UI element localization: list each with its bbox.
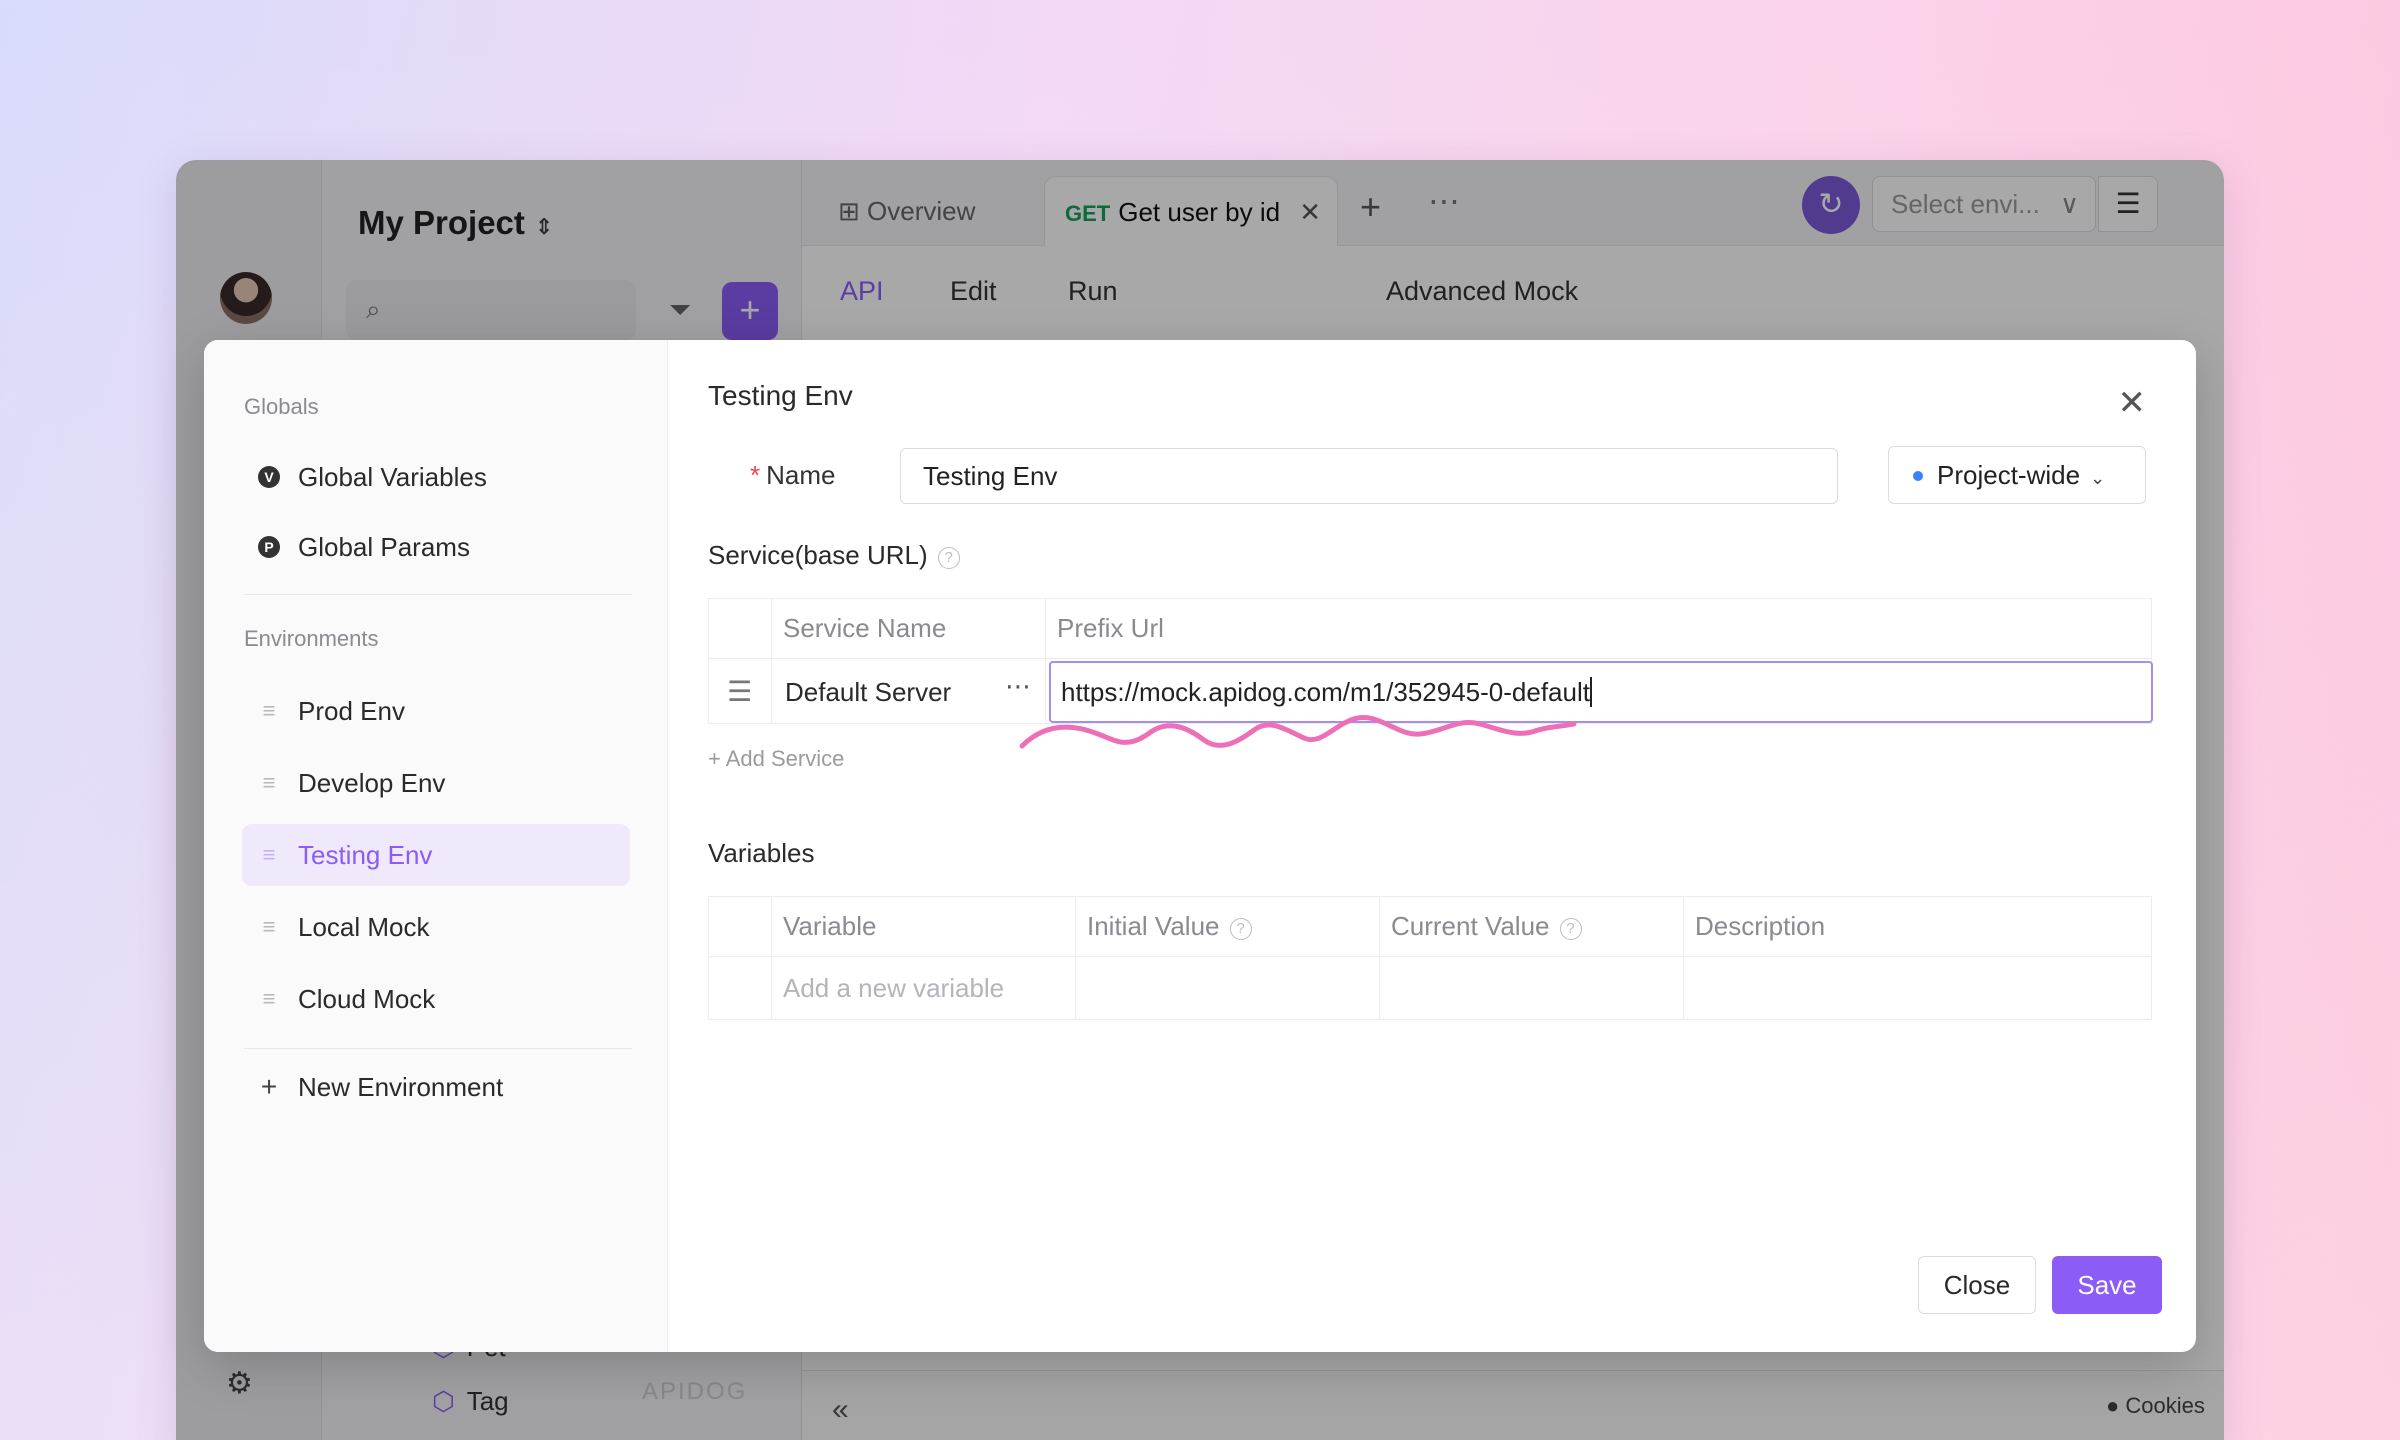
sidebar-item-label: Testing Env (298, 840, 433, 870)
close-button[interactable]: Close (1918, 1256, 2036, 1314)
service-name-cell[interactable]: Default Server (785, 677, 951, 708)
new-environment-label: New Environment (298, 1072, 504, 1102)
close-icon[interactable]: ✕ (2118, 386, 2147, 420)
name-label: * Name (750, 460, 835, 491)
handwritten-underline-annotation (1019, 715, 1577, 749)
required-asterisk: * (750, 460, 761, 490)
divider (244, 1048, 632, 1049)
sidebar-item-prod-env[interactable]: ≡ Prod Env (242, 680, 630, 742)
modal-sidebar: Globals V Global Variables P Global Para… (204, 340, 668, 1352)
globals-heading: Globals (244, 394, 319, 419)
prefix-url-value: https://mock.apidog.com/m1/352945-0-defa… (1061, 677, 1590, 707)
sidebar-item-label: Cloud Mock (298, 984, 436, 1014)
scope-value: Project-wide (1937, 460, 2081, 490)
save-button[interactable]: Save (2052, 1256, 2162, 1314)
sidebar-item-label: Prod Env (298, 696, 405, 726)
column-divider (1075, 897, 1076, 1019)
new-variable-input[interactable]: Add a new variable (783, 973, 1004, 1004)
variable-badge-icon: V (258, 466, 280, 488)
sidebar-item-label: Global Params (298, 532, 470, 562)
column-header: Variable (783, 911, 877, 941)
add-service-label: Add Service (725, 746, 845, 771)
sidebar-item-label: Local Mock (298, 912, 430, 942)
sidebar-item-global-variables[interactable]: V Global Variables (242, 446, 630, 508)
drag-handle-icon[interactable]: ≡ (256, 680, 282, 742)
variables-table: Variable Initial Value? Current Value? D… (708, 896, 2152, 1020)
scope-select[interactable]: Project-wide ⌄ (1888, 446, 2146, 504)
service-section-text: Service(base URL) (708, 540, 928, 570)
name-field[interactable]: Testing Env (900, 448, 1838, 504)
sidebar-item-global-params[interactable]: P Global Params (242, 516, 630, 578)
drag-handle-icon[interactable]: ≡ (256, 824, 282, 886)
sidebar-item-label: Develop Env (298, 768, 446, 798)
chevron-down-icon: ⌄ (2090, 468, 2106, 488)
param-badge-icon: P (258, 536, 280, 558)
scope-dot-icon (1913, 471, 1923, 481)
column-header-text: Current Value (1391, 911, 1550, 941)
column-divider (771, 599, 772, 723)
help-icon[interactable]: ? (1559, 918, 1582, 940)
help-icon[interactable]: ? (937, 547, 960, 569)
more-icon[interactable]: ⋯ (1005, 671, 1031, 702)
column-divider (1379, 897, 1380, 1019)
service-table-header: Service Name Prefix Url (709, 599, 2151, 659)
drag-handle-icon[interactable]: ≡ (256, 752, 282, 814)
column-header: Initial Value? (1087, 911, 1252, 942)
add-service-button[interactable]: + Add Service (708, 746, 844, 772)
column-header: Current Value? (1391, 911, 1582, 942)
column-header-text: Initial Value (1087, 911, 1220, 941)
sidebar-item-testing-env[interactable]: ≡ Testing Env (242, 824, 630, 886)
variables-table-header: Variable Initial Value? Current Value? D… (709, 897, 2151, 957)
plus-icon: + (260, 1071, 278, 1102)
column-divider (1683, 897, 1684, 1019)
drag-handle-icon[interactable]: ≡ (256, 968, 282, 1030)
environments-heading: Environments (244, 626, 379, 651)
service-section-label: Service(base URL)? (708, 540, 960, 571)
sidebar-item-local-mock[interactable]: ≡ Local Mock (242, 896, 630, 958)
column-header: Description (1695, 911, 1826, 941)
sidebar-item-develop-env[interactable]: ≡ Develop Env (242, 752, 630, 814)
divider (244, 594, 632, 595)
name-label-text: Name (766, 460, 836, 490)
text-cursor (1589, 677, 1592, 707)
column-header: Service Name (783, 613, 947, 643)
sidebar-item-cloud-mock[interactable]: ≡ Cloud Mock (242, 968, 630, 1030)
column-divider (771, 897, 772, 1019)
service-table: Service Name Prefix Url ☰ Default Server… (708, 598, 2153, 724)
modal-content: Testing Env ✕ * Name Testing Env Project-… (668, 340, 2196, 1352)
variables-section-label: Variables (708, 838, 815, 868)
environment-modal: Globals V Global Variables P Global Para… (204, 340, 2196, 1352)
drag-handle-icon[interactable]: ≡ (256, 896, 282, 958)
column-header: Prefix Url (1057, 613, 1164, 643)
modal-title: Testing Env (708, 380, 853, 411)
sidebar-item-label: Global Variables (298, 462, 487, 492)
column-divider (1045, 599, 1046, 723)
plus-icon: + (708, 746, 726, 771)
drag-handle-icon[interactable]: ☰ (727, 675, 752, 708)
new-environment-button[interactable]: + New Environment (242, 1056, 630, 1118)
help-icon[interactable]: ? (1229, 918, 1252, 940)
